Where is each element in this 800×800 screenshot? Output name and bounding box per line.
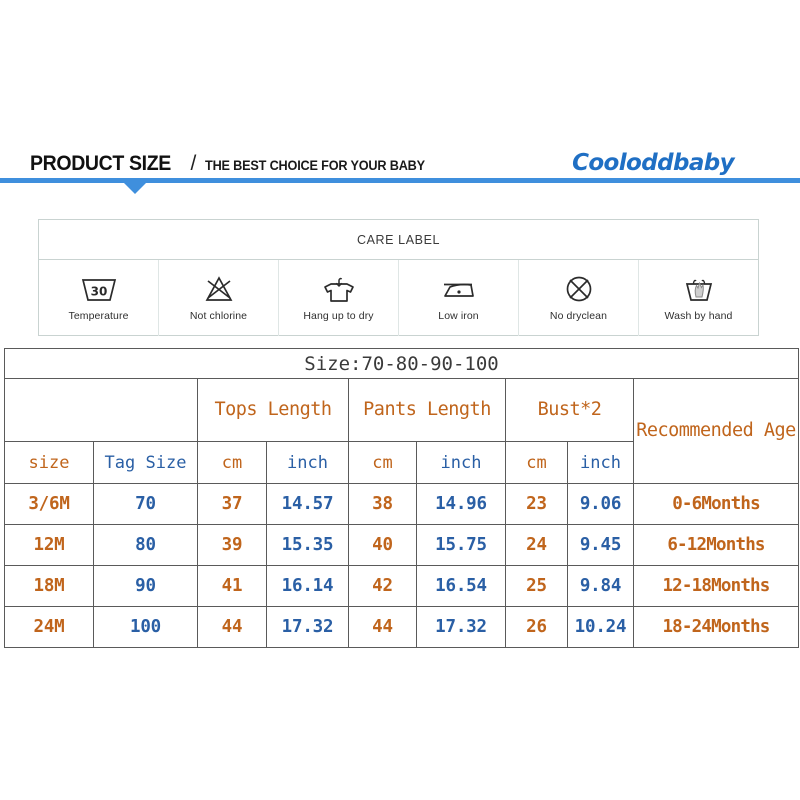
care-item-no-dryclean: No dryclean: [519, 260, 639, 336]
cell-bust-cm: 24: [505, 524, 568, 566]
unit-header-tops-cm: cm: [197, 441, 267, 484]
cell-tops-inch: 15.35: [266, 524, 349, 566]
unit-header-tag-size: Tag Size: [93, 441, 198, 484]
unit-header-bust-cm: cm: [505, 441, 568, 484]
cell-bust-inch: 10.24: [567, 606, 634, 648]
care-label-heading: CARE LABEL: [356, 232, 441, 247]
product-size-page: PRODUCT SIZE / THE BEST CHOICE FOR YOUR …: [0, 0, 800, 800]
cell-size: 3/6M: [4, 483, 94, 525]
size-chart-title: Size:70-80-90-100: [4, 348, 799, 379]
cell-size: 12M: [4, 524, 94, 566]
cell-pants-cm: 38: [348, 483, 417, 525]
cell-pants-inch: 16.54: [416, 565, 506, 607]
table-row: 3/6M 70 37 14.57 38 14.96 23 9.06 0-6Mon…: [4, 483, 799, 525]
care-item-temperature: 30 Temperature: [39, 260, 159, 336]
care-item-label: Wash by hand: [664, 310, 733, 322]
brand-logo: Cooloddbaby: [572, 150, 735, 176]
title-separator: /: [190, 152, 197, 175]
header-rule: [0, 178, 800, 183]
cell-tops-inch: 16.14: [266, 565, 349, 607]
care-label-row: 30 Temperature Not chlorine Hang up to d…: [39, 260, 758, 336]
cell-recommended-age: 0-6Months: [633, 483, 799, 525]
cell-bust-inch: 9.06: [567, 483, 634, 525]
cell-bust-cm: 23: [505, 483, 568, 525]
care-item-label: Temperature: [68, 310, 129, 322]
care-item-hang-up-to-dry: Hang up to dry: [279, 260, 399, 336]
care-item-label: Low iron: [438, 310, 479, 322]
care-item-label: Not chlorine: [189, 310, 248, 322]
cell-tag-size: 100: [93, 606, 198, 648]
cell-bust-inch: 9.45: [567, 524, 634, 566]
table-row: 24M 100 44 17.32 44 17.32 26 10.24 18-24…: [4, 606, 799, 648]
care-item-not-chlorine: Not chlorine: [159, 260, 279, 336]
cell-recommended-age: 12-18Months: [633, 565, 799, 607]
cell-pants-inch: 17.32: [416, 606, 506, 648]
cell-tops-cm: 39: [197, 524, 267, 566]
care-label-header: CARE LABEL: [39, 220, 758, 260]
cell-recommended-age: 6-12Months: [633, 524, 799, 566]
page-title: PRODUCT SIZE: [30, 152, 171, 175]
cell-pants-inch: 14.96: [416, 483, 506, 525]
care-item-label: Hang up to dry: [303, 310, 374, 322]
group-header-recommended-age: Recommended Age: [633, 378, 799, 484]
cell-tag-size: 90: [93, 565, 198, 607]
cell-pants-cm: 42: [348, 565, 417, 607]
cell-tops-inch: 17.32: [266, 606, 349, 648]
unit-header-pants-cm: cm: [348, 441, 417, 484]
wash-temperature-30-icon: 30: [78, 274, 120, 304]
cell-tag-size: 80: [93, 524, 198, 566]
low-iron-icon: [438, 274, 480, 304]
header-rule-notch-icon: [124, 183, 146, 194]
cell-pants-cm: 44: [348, 606, 417, 648]
no-dryclean-icon: [564, 274, 594, 304]
cell-bust-inch: 9.84: [567, 565, 634, 607]
cell-size: 24M: [4, 606, 94, 648]
care-item-low-iron: Low iron: [399, 260, 519, 336]
cell-pants-cm: 40: [348, 524, 417, 566]
hang-dry-icon: [320, 274, 358, 304]
cell-bust-cm: 25: [505, 565, 568, 607]
care-item-label: No dryclean: [549, 310, 608, 322]
cell-recommended-age: 18-24Months: [633, 606, 799, 648]
care-item-wash-by-hand: Wash by hand: [639, 260, 758, 336]
cell-bust-cm: 26: [505, 606, 568, 648]
unit-header-pants-inch: inch: [416, 441, 506, 484]
group-header-pants-length: Pants Length: [348, 378, 506, 442]
care-label-card: CARE LABEL 30 Temperature Not chlorine H…: [38, 219, 759, 336]
do-not-bleach-icon: [203, 274, 235, 304]
page-header: PRODUCT SIZE / THE BEST CHOICE FOR YOUR …: [0, 150, 800, 200]
hand-wash-icon: [680, 274, 718, 304]
table-row: 12M 80 39 15.35 40 15.75 24 9.45 6-12Mon…: [4, 524, 799, 566]
group-header-tops-length: Tops Length: [197, 378, 349, 442]
cell-pants-inch: 15.75: [416, 524, 506, 566]
unit-header-tops-inch: inch: [266, 441, 349, 484]
svg-text:30: 30: [90, 285, 107, 299]
table-group-header-row: Tops Length Pants Length Bust*2 Recommen…: [4, 378, 799, 484]
cell-tops-cm: 37: [197, 483, 267, 525]
header-title-group: PRODUCT SIZE / THE BEST CHOICE FOR YOUR …: [30, 152, 439, 176]
unit-header-size: size: [4, 441, 94, 484]
cell-tag-size: 70: [93, 483, 198, 525]
unit-header-bust-inch: inch: [567, 441, 634, 484]
cell-tops-cm: 41: [197, 565, 267, 607]
group-header-blank: [4, 378, 198, 442]
cell-tops-cm: 44: [197, 606, 267, 648]
cell-tops-inch: 14.57: [266, 483, 349, 525]
table-row: 18M 90 41 16.14 42 16.54 25 9.84 12-18Mo…: [4, 565, 799, 607]
table-title-row: Size:70-80-90-100: [4, 348, 799, 379]
page-subtitle: THE BEST CHOICE FOR YOUR BABY: [205, 158, 426, 173]
group-header-bust: Bust*2: [505, 378, 634, 442]
cell-size: 18M: [4, 565, 94, 607]
size-chart-table: Size:70-80-90-100 Tops Length Pants Leng…: [4, 348, 799, 648]
